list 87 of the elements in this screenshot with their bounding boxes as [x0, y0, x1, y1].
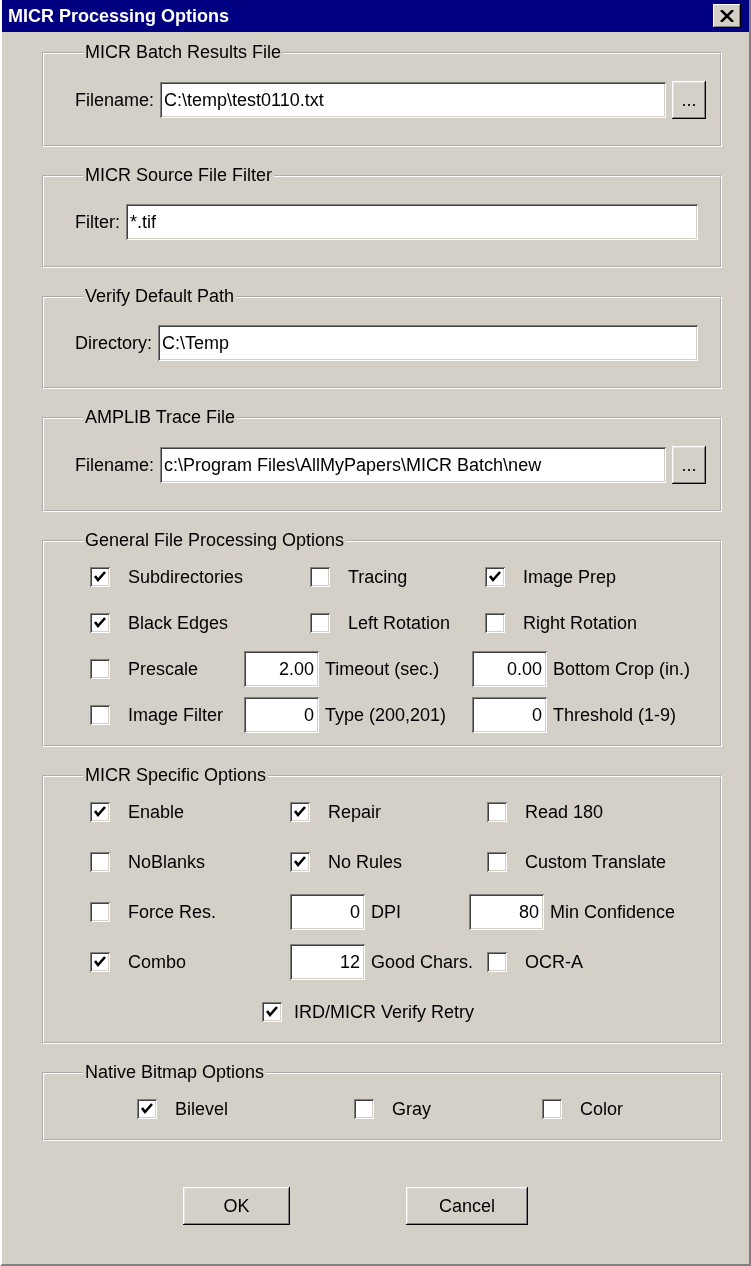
number-field[interactable]: 0.00	[472, 651, 547, 687]
number-field[interactable]: 0	[244, 697, 319, 733]
checkbox[interactable]	[354, 1099, 374, 1119]
group-title: General File Processing Options	[84, 530, 346, 551]
checkbox-label: Left Rotation	[348, 612, 451, 634]
checkbox-label: Right Rotation	[523, 612, 638, 634]
option-label: Good Chars.	[371, 951, 474, 973]
checkbox[interactable]	[90, 952, 110, 972]
checkbox-label: Prescale	[128, 658, 199, 680]
checkbox[interactable]	[487, 952, 507, 972]
option-label: Threshold (1-9)	[553, 704, 677, 726]
checkbox-label: Image Filter	[128, 704, 224, 726]
group-title: MICR Specific Options	[84, 765, 268, 786]
check-icon	[93, 616, 107, 630]
checkbox-label: Combo	[128, 951, 187, 973]
checkbox-label: IRD/MICR Verify Retry	[294, 1001, 474, 1023]
field-label: Directory:	[75, 332, 152, 354]
option-label: DPI	[371, 901, 401, 923]
group-title: Native Bitmap Options	[84, 1062, 266, 1083]
group-title: Verify Default Path	[84, 286, 236, 307]
checkbox-label: OCR-A	[525, 951, 583, 973]
field-label: Filename:	[75, 454, 155, 476]
text-field[interactable]: c:\Program Files\AllMyPapers\MICR Batch\new	[160, 447, 666, 483]
text-field[interactable]: C:\temp\test0110.txt	[160, 82, 666, 118]
browse-button[interactable]: ...	[672, 81, 706, 119]
text-field[interactable]: *.tif	[126, 204, 698, 240]
check-icon	[265, 1005, 279, 1019]
checkbox-label: Force Res.	[128, 901, 217, 923]
checkbox[interactable]	[310, 613, 330, 633]
field-label: Filename:	[75, 89, 155, 111]
number-field[interactable]: 12	[290, 944, 365, 980]
check-icon	[293, 805, 307, 819]
checkbox[interactable]	[90, 802, 110, 822]
number-field[interactable]: 80	[469, 894, 544, 930]
checkbox-label: No Rules	[328, 851, 403, 873]
checkbox-label: Custom Translate	[525, 851, 667, 873]
option-label: Type (200,201)	[325, 704, 447, 726]
checkbox[interactable]	[485, 613, 505, 633]
checkbox[interactable]	[90, 567, 110, 587]
option-label: Bottom Crop (in.)	[553, 658, 691, 680]
checkbox-label: Color	[580, 1098, 623, 1120]
checkbox[interactable]	[262, 1002, 282, 1022]
close-button[interactable]	[713, 4, 741, 28]
check-icon	[93, 955, 107, 969]
browse-button[interactable]: ...	[672, 446, 706, 484]
checkbox[interactable]	[542, 1099, 562, 1119]
checkbox-label: Gray	[392, 1098, 431, 1120]
group-title: MICR Source File Filter	[84, 165, 274, 186]
checkbox[interactable]	[90, 852, 110, 872]
checkbox-label: Bilevel	[175, 1098, 229, 1120]
checkbox[interactable]	[310, 567, 330, 587]
check-icon	[93, 805, 107, 819]
checkbox[interactable]	[90, 902, 110, 922]
window-title: MICR Processing Options	[8, 5, 230, 27]
checkbox[interactable]	[487, 852, 507, 872]
check-icon	[488, 570, 502, 584]
dialog-button[interactable]: Cancel	[406, 1187, 528, 1225]
checkbox[interactable]	[487, 802, 507, 822]
checkbox[interactable]	[290, 802, 310, 822]
text-field[interactable]: C:\Temp	[158, 325, 698, 361]
check-icon	[293, 855, 307, 869]
checkbox-label: Enable	[128, 801, 185, 823]
check-icon	[140, 1102, 154, 1116]
checkbox[interactable]	[290, 852, 310, 872]
checkbox-label: Read 180	[525, 801, 604, 823]
checkbox-label: Repair	[328, 801, 382, 823]
dialog-button[interactable]: OK	[183, 1187, 290, 1225]
checkbox-label: Image Prep	[523, 566, 617, 588]
checkbox-label: Black Edges	[128, 612, 229, 634]
group-title: AMPLIB Trace File	[84, 407, 237, 428]
checkbox[interactable]	[137, 1099, 157, 1119]
group-title: MICR Batch Results File	[84, 42, 283, 63]
checkbox[interactable]	[90, 613, 110, 633]
field-label: Filter:	[75, 211, 120, 233]
number-field[interactable]: 2.00	[244, 651, 319, 687]
checkbox[interactable]	[485, 567, 505, 587]
number-field[interactable]: 0	[472, 697, 547, 733]
checkbox[interactable]	[90, 659, 110, 679]
close-icon	[720, 10, 734, 22]
checkbox-label: Tracing	[348, 566, 408, 588]
checkbox-label: Subdirectories	[128, 566, 244, 588]
check-icon	[93, 570, 107, 584]
option-label: Timeout (sec.)	[325, 658, 440, 680]
checkbox[interactable]	[90, 705, 110, 725]
option-label: Min Confidence	[550, 901, 676, 923]
number-field[interactable]: 0	[290, 894, 365, 930]
checkbox-label: NoBlanks	[128, 851, 206, 873]
